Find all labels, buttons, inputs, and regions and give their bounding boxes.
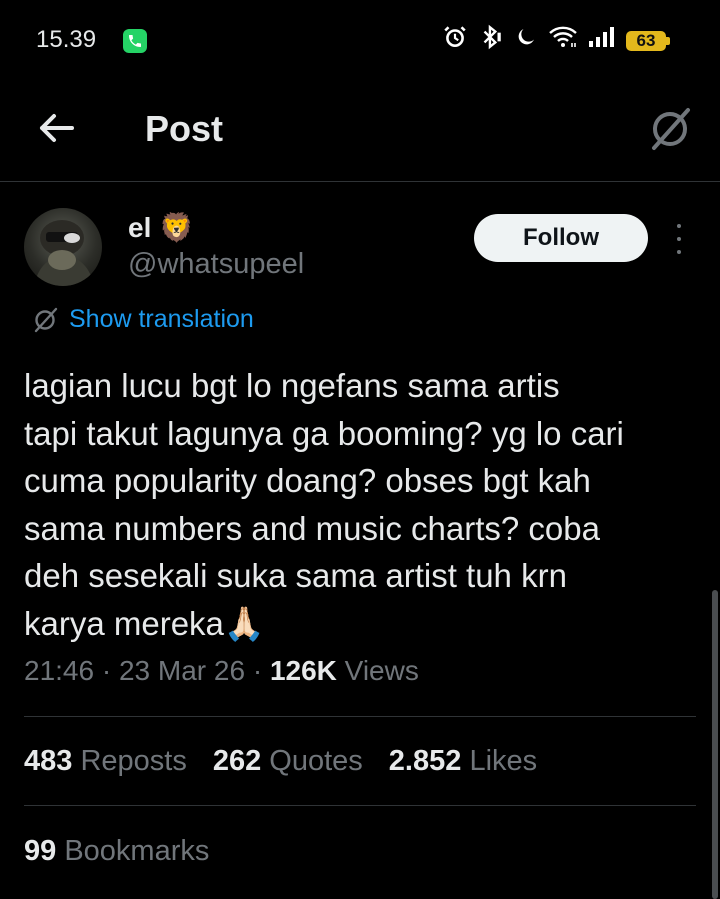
meta-separator: · xyxy=(101,655,119,686)
likes-label: Likes xyxy=(469,745,538,777)
arrow-left-icon[interactable] xyxy=(36,108,76,148)
scrollbar[interactable] xyxy=(712,590,718,899)
display-name-text: el xyxy=(128,212,152,243)
grok-icon xyxy=(34,307,58,332)
post-time[interactable]: 21:46 xyxy=(24,655,94,686)
lion-emoji: 🦁 xyxy=(159,212,195,243)
handle[interactable]: @whatsupeel xyxy=(128,248,304,281)
quotes-stat[interactable]: 262 Quotes xyxy=(213,745,363,778)
show-translation-link[interactable]: Show translation xyxy=(33,305,254,334)
avatar[interactable] xyxy=(24,208,102,286)
likes-stat[interactable]: 2.852 Likes xyxy=(389,745,537,778)
stats-divider-top xyxy=(24,716,696,717)
status-time: 15.39 xyxy=(36,26,97,53)
quotes-count: 262 xyxy=(212,745,262,777)
display-name[interactable]: el 🦁 xyxy=(128,211,194,244)
post-date[interactable]: 23 Mar 26 xyxy=(119,655,245,686)
likes-count: 2.852 xyxy=(388,745,462,777)
bookmarks-label: Bookmarks xyxy=(64,835,210,867)
call-icon xyxy=(123,29,147,53)
signal-icon xyxy=(589,27,614,47)
bookmarks-stat[interactable]: 99 Bookmarks xyxy=(24,835,209,868)
alarm-icon xyxy=(444,26,466,47)
reposts-label: Reposts xyxy=(80,745,187,777)
bookmarks-count: 99 xyxy=(24,835,57,867)
page-title: Post xyxy=(145,108,224,149)
meta-separator: · xyxy=(252,655,270,686)
battery-icon: 63 xyxy=(626,31,666,51)
grok-icon[interactable] xyxy=(648,106,694,152)
views-count: 126K xyxy=(269,655,337,686)
more-options-icon[interactable] xyxy=(672,224,686,254)
engagement-stats: 483 Reposts 262 Quotes 2.852 Likes xyxy=(24,745,537,778)
bluetooth-icon xyxy=(483,24,501,50)
battery-nub xyxy=(666,37,670,45)
post-text: lagian lucu bgt lo ngefans sama artis ta… xyxy=(24,367,624,642)
reposts-stat[interactable]: 483 Reposts xyxy=(24,745,187,778)
header-divider xyxy=(0,181,720,182)
reposts-count: 483 xyxy=(24,745,73,777)
views-label: Views xyxy=(344,655,419,686)
wifi-icon xyxy=(549,26,577,47)
stats-divider-bottom xyxy=(24,805,696,806)
status-icons xyxy=(442,24,616,50)
dnd-moon-icon xyxy=(518,29,534,45)
quotes-label: Quotes xyxy=(269,745,363,777)
show-translation-label: Show translation xyxy=(69,305,254,333)
post-meta: 21:46 · 23 Mar 26 · 126K Views xyxy=(24,655,419,687)
follow-button[interactable]: Follow xyxy=(474,214,648,262)
